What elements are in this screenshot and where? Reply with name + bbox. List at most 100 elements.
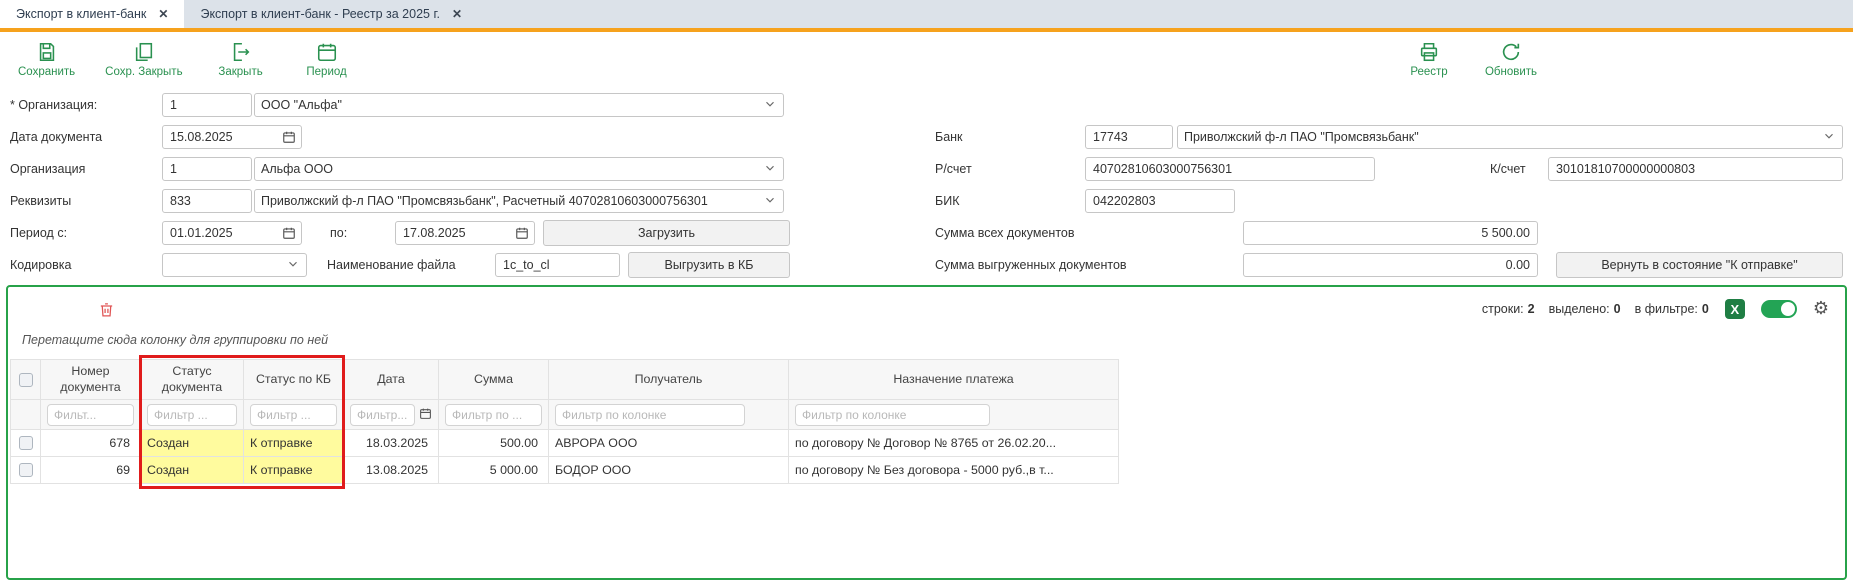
cell-recipient: БОДОР ООО [549,457,789,484]
save-close-button[interactable]: Сохр. Закрыть [105,41,182,78]
toolbar-left-group: Сохранить Сохр. Закрыть Закрыть Период [18,41,355,78]
filter-purpose-input[interactable] [795,404,990,426]
column-header-date[interactable]: Дата [344,360,439,400]
close-button[interactable]: Закрыть [213,41,269,78]
sum-exported-label: Сумма выгруженных документов [935,258,1243,272]
doc-date-field [162,125,302,149]
grid-toolbar-right: строки:2 выделено:0 в фильтре:0 X ⚙ [1482,299,1829,319]
table-row[interactable]: 69 Создан К отправке 13.08.2025 5 000.00… [11,457,1119,484]
bank-select[interactable]: Приволжский ф-л ПАО "Промсвязьбанк" [1177,125,1843,149]
chevron-down-icon[interactable] [763,193,777,210]
column-header-kb-status[interactable]: Статус по КБ [244,360,344,400]
return-to-send-state-button[interactable]: Вернуть в состояние "К отправке" [1556,252,1843,278]
rows-count-value: 2 [1528,302,1535,316]
form-row-organization-accounts: Организация Альфа ООО Р/счет К/счет [0,153,1853,185]
app-window: Экспорт в клиент-банк ✕ Экспорт в клиент… [0,0,1853,580]
requisites-select[interactable]: Приволжский ф-л ПАО "Промсвязьбанк", Рас… [254,189,784,213]
period-from-input[interactable] [162,221,302,245]
column-header-number[interactable]: Номер документа [41,360,141,400]
requisites-code-input[interactable] [162,189,252,213]
chevron-down-icon[interactable] [763,161,777,178]
rschet-label: Р/счет [935,162,1085,176]
bik-input[interactable] [1085,189,1235,213]
organization-code-input[interactable] [162,157,252,181]
organization-select[interactable]: Альфа ООО [254,157,784,181]
select-all-header-cell [11,360,41,400]
chevron-down-icon[interactable] [763,97,777,114]
table-header-row: Номер документа Статус документа Статус … [11,360,1119,400]
filter-sum-cell [439,400,549,430]
selected-count-label: выделено: [1549,302,1610,316]
organization-req-value: ООО "Альфа" [261,98,763,112]
cell-sum: 5 000.00 [439,457,549,484]
column-header-purpose[interactable]: Назначение платежа [789,360,1119,400]
column-header-status[interactable]: Статус документа [141,360,244,400]
load-button[interactable]: Загрузить [543,220,790,246]
rschet-input[interactable] [1085,157,1375,181]
save-close-button-label: Сохр. Закрыть [105,66,182,78]
cell-purpose: по договору № Без договора - 5000 руб.,в… [789,457,1119,484]
kschet-label: К/счет [1490,162,1548,176]
organization-req-code-input[interactable] [162,93,252,117]
filter-status-input[interactable] [147,404,237,426]
filter-date-input[interactable] [350,404,415,426]
filtered-count: в фильтре:0 [1635,302,1709,316]
refresh-button-label: Обновить [1485,66,1537,78]
documents-table: Номер документа Статус документа Статус … [10,359,1119,484]
calendar-icon[interactable] [515,226,529,243]
filter-toggle[interactable] [1761,300,1797,318]
chevron-down-icon[interactable] [286,257,300,274]
filter-kb-status-input[interactable] [250,404,337,426]
export-excel-icon[interactable]: X [1725,299,1745,319]
doc-date-input[interactable] [162,125,302,149]
filter-kb-status-cell [244,400,344,430]
tab-export-client-bank[interactable]: Экспорт в клиент-банк ✕ [0,0,184,28]
documents-grid-panel: строки:2 выделено:0 в фильтре:0 X ⚙ Пере… [6,285,1847,580]
filter-row [11,400,1119,430]
requisites-value: Приволжский ф-л ПАО "Промсвязьбанк", Рас… [261,194,763,208]
table-row[interactable]: 678 Создан К отправке 18.03.2025 500.00 … [11,430,1119,457]
calendar-icon[interactable] [282,226,296,243]
column-header-sum[interactable]: Сумма [439,360,549,400]
filtered-count-label: в фильтре: [1635,302,1698,316]
column-header-recipient[interactable]: Получатель [549,360,789,400]
period-to-input[interactable] [395,221,535,245]
form-row-requisites-bik: Реквизиты Приволжский ф-л ПАО "Промсвязь… [0,185,1853,217]
filename-input[interactable] [495,253,620,277]
organization-req-select[interactable]: ООО "Альфа" [254,93,784,117]
bank-label: Банк [935,130,1085,144]
bank-code-input[interactable] [1085,125,1173,149]
refresh-icon [1500,41,1522,63]
tab-export-registry-2025[interactable]: Экспорт в клиент-банк - Реестр за 2025 г… [184,0,478,28]
chevron-down-icon[interactable] [1822,129,1836,146]
select-all-checkbox[interactable] [19,373,33,387]
cell-date: 18.03.2025 [344,430,439,457]
gear-icon[interactable]: ⚙ [1813,300,1829,318]
filter-sum-input[interactable] [445,404,542,426]
save-button[interactable]: Сохранить [18,41,75,78]
registry-icon [1418,41,1440,63]
encoding-select[interactable] [162,253,307,277]
upload-to-kb-button[interactable]: Выгрузить в КБ [628,252,790,278]
period-to-field [395,221,535,245]
refresh-button[interactable]: Обновить [1483,41,1539,78]
requisites-label: Реквизиты [10,194,162,208]
tab-close-icon[interactable]: ✕ [158,8,168,20]
form-row-period-sums: Период с: по: Загрузить Сумма всех докум… [0,217,1853,249]
kschet-input[interactable] [1548,157,1843,181]
row-checkbox[interactable] [19,436,33,450]
period-button[interactable]: Период [299,41,355,78]
period-from-label: Период с: [10,226,162,240]
cell-status: Создан [141,457,244,484]
tab-close-icon[interactable]: ✕ [452,8,462,20]
row-checkbox[interactable] [19,463,33,477]
delete-icon[interactable] [98,300,115,319]
cell-recipient: АВРОРА ООО [549,430,789,457]
registry-button[interactable]: Реестр [1401,41,1457,78]
calendar-icon[interactable] [419,407,432,423]
tab-label: Экспорт в клиент-банк - Реестр за 2025 г… [200,7,440,21]
filter-recipient-input[interactable] [555,404,745,426]
filter-number-input[interactable] [47,404,134,426]
calendar-icon[interactable] [282,130,296,147]
tab-bar: Экспорт в клиент-банк ✕ Экспорт в клиент… [0,0,1853,28]
